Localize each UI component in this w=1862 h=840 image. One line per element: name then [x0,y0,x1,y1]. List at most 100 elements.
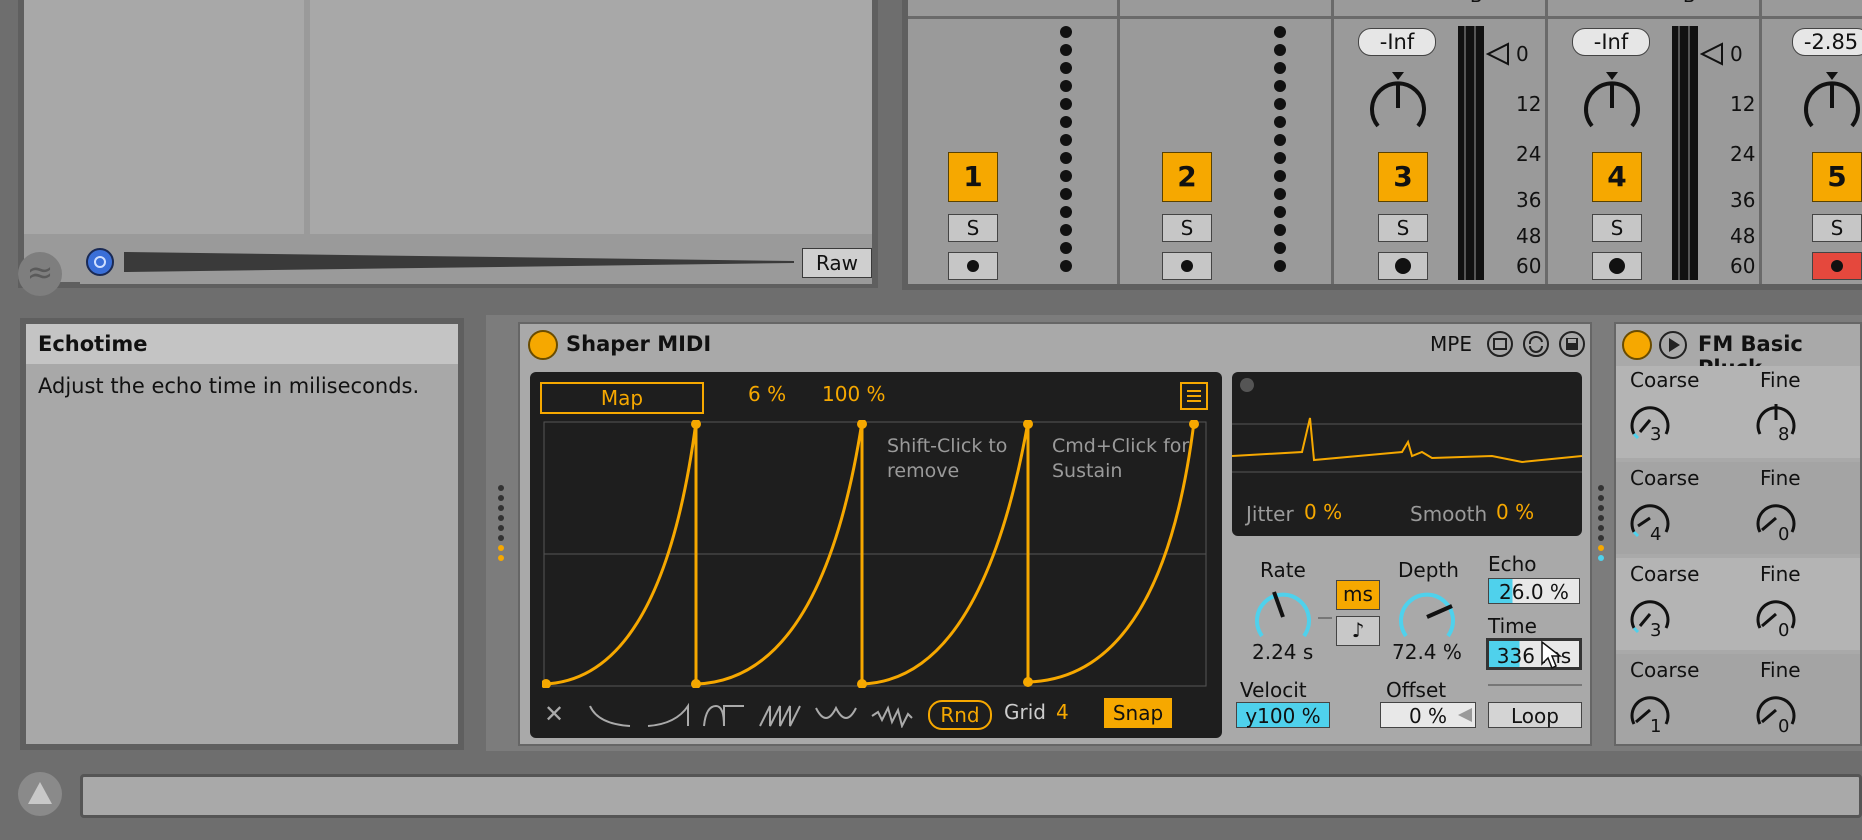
info-text: Adjust the echo time in miliseconds. [38,374,420,398]
menu-icon[interactable] [1180,382,1208,410]
jitter-label: Jitter [1246,502,1294,526]
fine-label: Fine [1760,466,1801,490]
fine-knob[interactable] [1752,396,1800,440]
arm-button-5[interactable] [1812,252,1862,280]
output-waveform [1232,417,1582,473]
info-title: Echotime [26,324,458,364]
volume-display-4[interactable]: -Inf [1572,28,1650,56]
solo-button-5[interactable]: S [1812,214,1862,242]
track-activator-5[interactable]: 5 [1812,152,1862,202]
shape-preset-row: ✕ Rnd Grid 4 Snap [542,698,1212,730]
coarse-value: 1 [1650,716,1662,737]
saw-shape-icon[interactable] [758,702,802,728]
random-button[interactable]: Rnd [928,700,992,730]
offset-arrow-icon[interactable] [1456,706,1474,724]
track-activator-3[interactable]: 3 [1378,152,1428,202]
headphones-icon[interactable] [86,248,114,276]
wave-icon[interactable]: ≈ [18,252,62,296]
rate-knob[interactable] [1250,584,1316,646]
device-title: Shaper MIDI [566,332,712,356]
track-activator-1[interactable]: 1 [948,152,998,202]
fm-operator-row: Coarse 4 Fine 0 [1616,462,1860,554]
volume-display-5[interactable]: -2.85 [1792,28,1862,56]
level-meter-3 [1458,26,1484,280]
rack-handle-left[interactable] [498,485,504,585]
coarse-value: 3 [1650,620,1662,641]
track-strip-2: 2 S [1122,0,1334,284]
fader-arrow-icon[interactable] [1486,42,1510,66]
arm-button-3[interactable] [1378,252,1428,280]
pan-knob-5[interactable] [1800,68,1862,144]
pan-knob-3[interactable] [1366,68,1430,144]
preview-waveform [124,252,794,272]
velocity-label: Velocit [1240,678,1307,702]
rate-label: Rate [1260,558,1306,582]
offset-label: Offset [1386,678,1447,702]
grid-value[interactable]: 4 [1056,700,1069,724]
fine-value: 0 [1778,620,1790,641]
mixer: B B 1 S 2 S -Inf 3 S 0 [902,0,1862,290]
clip-pane-right[interactable] [310,0,872,234]
note-sync-icon[interactable]: ♪ [1336,616,1380,646]
fine-label: Fine [1760,368,1801,392]
fine-knob[interactable] [1752,494,1800,538]
fm-operator-row: Coarse 1 Fine 0 [1616,654,1860,744]
echo-field[interactable]: 26.0 % [1488,578,1580,604]
track-activator-4[interactable]: 4 [1592,152,1642,202]
fm-basic-pluck-device: FM Basic Pluck Coarse 3 Fine 8 Coarse 4 … [1614,322,1862,746]
fm-power-button[interactable] [1622,330,1652,360]
envelope-editor[interactable]: Map 6 % 100 % Shift-Click to remove Cmd+C… [530,372,1222,738]
track-activator-2[interactable]: 2 [1162,152,1212,202]
map-button[interactable]: Map [540,382,704,414]
coarse-label: Coarse [1630,658,1700,682]
save-preset-icon[interactable] [1558,330,1586,358]
decay-shape-icon[interactable] [588,702,632,728]
hot-swap-icon[interactable] [1486,330,1514,358]
raw-button[interactable]: Raw [802,248,872,278]
smooth-value[interactable]: 0 % [1496,500,1534,524]
volume-display-3[interactable]: -Inf [1358,28,1436,56]
solo-button-3[interactable]: S [1378,214,1428,242]
info-view: Echotime Adjust the echo time in milisec… [20,318,464,750]
loop-button[interactable]: Loop [1488,702,1582,728]
mpe-label[interactable]: MPE [1430,332,1472,356]
jitter-value[interactable]: 0 % [1304,500,1342,524]
track-strip-1: 1 S [908,0,1120,284]
arm-button-4[interactable] [1592,252,1642,280]
display-indicator [1240,378,1254,392]
fine-label: Fine [1760,562,1801,586]
depth-knob[interactable] [1394,584,1460,646]
grid-label: Grid [1004,700,1046,724]
hint-sustain: Cmd+Click for Sustain [1052,435,1190,482]
arm-button-1[interactable] [948,252,998,280]
curve-shape-icon[interactable] [702,702,746,728]
meter-leds-2 [1274,26,1286,278]
track-strip-4: -Inf 4 S 0 12 24 36 48 60 [1550,0,1762,284]
snap-button[interactable]: Snap [1104,698,1172,728]
refresh-icon[interactable] [1522,330,1550,358]
clip-pane-left[interactable] [24,0,304,234]
bounce-shape-icon[interactable] [814,702,858,728]
noise-shape-icon[interactable] [870,702,914,728]
velocity-field[interactable]: y100 % [1236,702,1330,728]
solo-button-4[interactable]: S [1592,214,1642,242]
clear-icon[interactable]: ✕ [544,700,564,728]
time-field[interactable]: 336 ms [1486,638,1582,670]
ms-toggle[interactable]: ms [1336,580,1380,610]
level-meter-4 [1672,26,1698,280]
arm-button-2[interactable] [1162,252,1212,280]
ramp-shape-icon[interactable] [646,702,690,728]
device-power-button[interactable] [528,330,558,360]
fine-knob[interactable] [1752,686,1800,730]
solo-button-1[interactable]: S [948,214,998,242]
fine-value: 0 [1778,524,1790,545]
meter-leds-1 [1060,26,1072,278]
fine-knob[interactable] [1752,590,1800,634]
fader-arrow-icon[interactable] [1700,42,1724,66]
expand-icon[interactable] [18,772,62,816]
play-icon[interactable] [1658,330,1688,360]
solo-button-2[interactable]: S [1162,214,1212,242]
pan-knob-4[interactable] [1580,68,1644,144]
echo-label: Echo [1488,552,1537,576]
rack-handle-right[interactable] [1598,485,1604,585]
